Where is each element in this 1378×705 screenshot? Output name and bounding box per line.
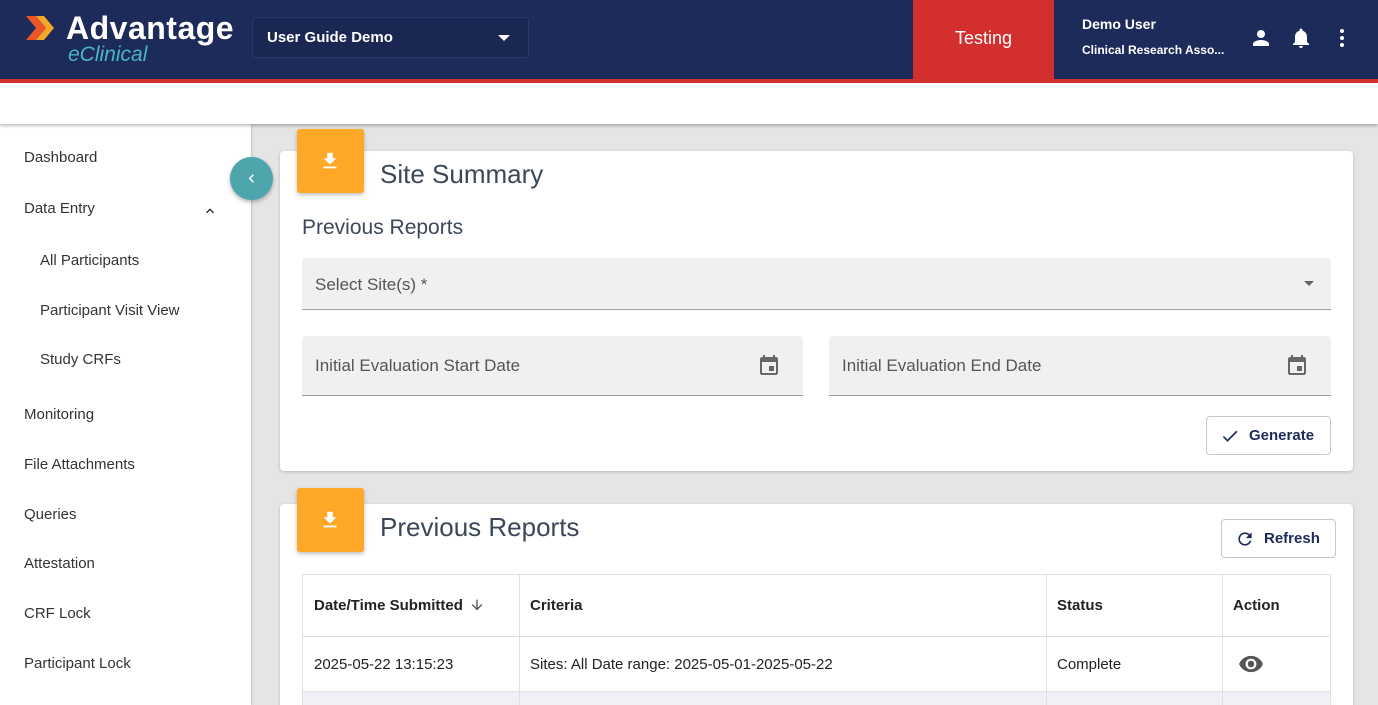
previous-reports-section-label: Previous Reports xyxy=(302,216,464,239)
sidebar-item-study-crfs[interactable]: Study CRFs xyxy=(40,351,121,368)
sidebar-item-dashboard[interactable]: Dashboard xyxy=(24,149,97,166)
sidebar-collapse-button[interactable] xyxy=(230,157,273,200)
table-header-row: Date/Time Submitted Criteria Status Acti… xyxy=(303,575,1330,637)
sort-descending-icon[interactable] xyxy=(469,597,485,613)
row-criteria-cell: Sites: All Date range: 2025-05-01-2025-0… xyxy=(530,656,833,673)
column-divider xyxy=(1046,575,1047,705)
logo-subtitle: eClinical xyxy=(68,43,148,66)
column-header-criteria: Criteria xyxy=(530,597,583,614)
logo-title: Advantage xyxy=(66,10,235,46)
chevron-up-icon[interactable] xyxy=(202,203,218,219)
refresh-label: Refresh xyxy=(1264,530,1320,547)
study-selector-value: User Guide Demo xyxy=(267,29,393,46)
previous-reports-download-icon xyxy=(297,488,364,552)
column-divider xyxy=(1222,575,1223,705)
row-status-cell: Complete xyxy=(1057,656,1122,673)
view-eye-icon[interactable] xyxy=(1238,651,1264,677)
logo-chevrons-icon xyxy=(26,16,54,40)
column-header-action: Action xyxy=(1233,597,1280,614)
app-logo[interactable]: Advantage eClinical xyxy=(24,10,239,68)
sidebar-item-participant-lock[interactable]: Participant Lock xyxy=(24,655,131,672)
environment-badge: Testing xyxy=(913,0,1054,79)
site-summary-title: Site Summary xyxy=(380,159,544,189)
site-select-placeholder: Select Site(s) * xyxy=(315,275,428,294)
caret-down-icon xyxy=(498,35,510,41)
user-role: Clinical Research Asso... xyxy=(1082,43,1225,57)
generate-label: Generate xyxy=(1249,427,1315,444)
sidebar-item-all-participants[interactable]: All Participants xyxy=(40,252,139,269)
sidebar-item-monitoring[interactable]: Monitoring xyxy=(24,406,94,423)
sidebar-item-crf-lock[interactable]: CRF Lock xyxy=(24,605,91,622)
refresh-button[interactable]: Refresh xyxy=(1221,519,1336,558)
calendar-icon[interactable] xyxy=(1285,354,1309,378)
sidebar-item-participant-visit-view[interactable]: Participant Visit View xyxy=(40,302,180,319)
sidebar-item-file-attachments[interactable]: File Attachments xyxy=(24,456,135,473)
top-app-bar: Advantage eClinical User Guide Demo Test… xyxy=(0,0,1378,79)
site-select[interactable]: Select Site(s) * xyxy=(302,258,1331,310)
study-selector[interactable]: User Guide Demo xyxy=(252,17,529,58)
check-icon xyxy=(1222,430,1238,442)
caret-down-icon xyxy=(1304,281,1314,286)
account-icon[interactable] xyxy=(1249,26,1273,50)
column-divider xyxy=(519,575,520,705)
sidebar-item-queries[interactable]: Queries xyxy=(24,506,77,523)
previous-reports-title: Previous Reports xyxy=(380,512,580,542)
reports-table: Date/Time Submitted Criteria Status Acti… xyxy=(302,574,1331,705)
column-header-submitted[interactable]: Date/Time Submitted xyxy=(314,597,463,614)
sidebar-item-attestation[interactable]: Attestation xyxy=(24,555,95,572)
start-date-field[interactable]: Initial Evaluation Start Date xyxy=(302,336,803,396)
table-row xyxy=(303,692,1330,705)
user-name: Demo User xyxy=(1082,16,1156,32)
row-submitted-cell: 2025-05-22 13:15:23 xyxy=(314,656,454,673)
chevron-left-icon xyxy=(248,174,254,183)
site-summary-card xyxy=(280,151,1353,471)
end-date-placeholder: Initial Evaluation End Date xyxy=(842,356,1042,375)
toolbar-strip xyxy=(0,83,1378,124)
start-date-placeholder: Initial Evaluation Start Date xyxy=(315,356,521,375)
site-summary-download-icon xyxy=(297,129,364,193)
table-row: 2025-05-22 13:15:23 Sites: All Date rang… xyxy=(303,637,1330,692)
sidebar-item-data-entry[interactable]: Data Entry xyxy=(24,200,95,217)
more-vertical-icon[interactable] xyxy=(1330,26,1354,50)
end-date-field[interactable]: Initial Evaluation End Date xyxy=(829,336,1331,396)
sidebar-nav: Dashboard Data Entry All Participants Pa… xyxy=(0,124,251,705)
notifications-bell-icon[interactable] xyxy=(1289,26,1313,50)
generate-button[interactable]: Generate xyxy=(1206,416,1331,455)
column-header-status: Status xyxy=(1057,597,1103,614)
refresh-icon xyxy=(1238,532,1252,546)
calendar-icon[interactable] xyxy=(757,354,781,378)
